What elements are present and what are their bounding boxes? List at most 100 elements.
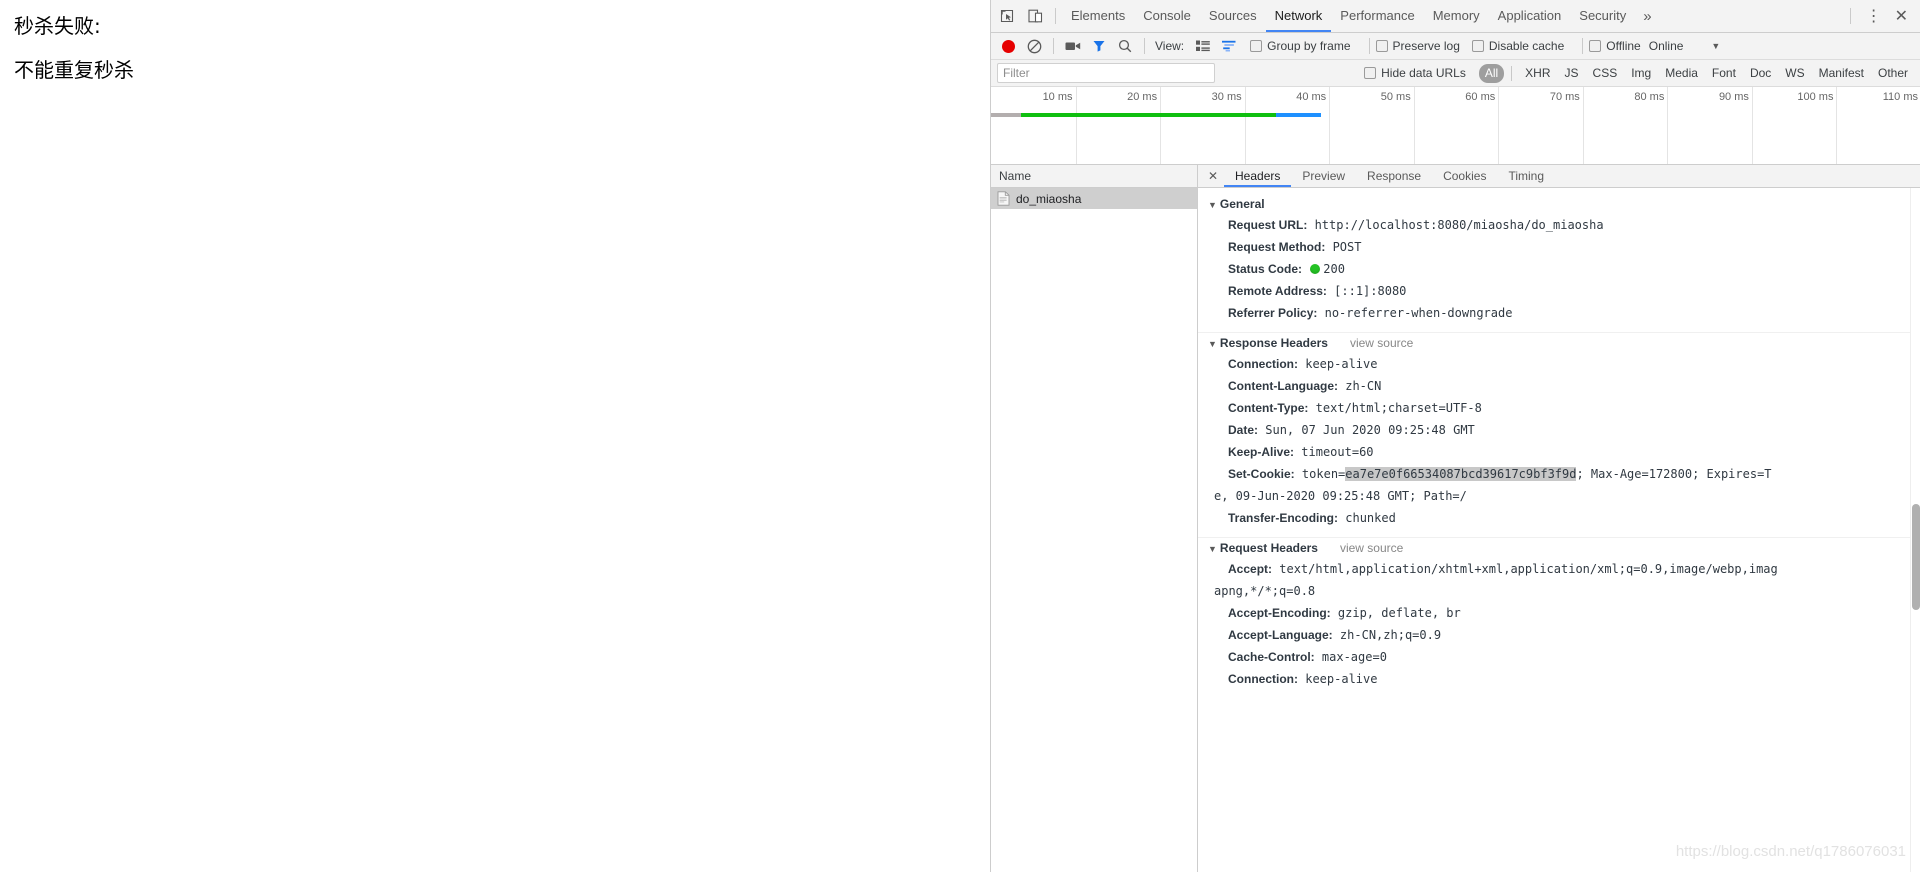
device-toolbar-icon[interactable] xyxy=(1021,3,1049,29)
search-icon[interactable] xyxy=(1112,35,1138,57)
filter-type-ws[interactable]: WS xyxy=(1779,64,1810,83)
header-name: Accept-Encoding: xyxy=(1228,606,1331,620)
view-label: View: xyxy=(1155,39,1185,53)
status-ok-icon xyxy=(1310,264,1321,274)
network-overview-timeline[interactable]: 10 ms 20 ms 30 ms 40 ms 50 ms 60 ms 70 ms 80 ms… xyxy=(991,87,1920,165)
record-button[interactable] xyxy=(995,35,1021,57)
detail-tab-cookies[interactable]: Cookies xyxy=(1432,165,1497,187)
network-split: Name do_miaosha ✕ Headers Preview Respon… xyxy=(991,165,1920,872)
offline-box[interactable] xyxy=(1589,40,1602,52)
request-list-header-name[interactable]: Name xyxy=(991,165,1197,188)
tab-performance[interactable]: Performance xyxy=(1331,0,1423,32)
inspect-element-icon[interactable] xyxy=(993,3,1021,29)
network-filter-bar: Hide data URLs All XHR JS CSS Img Media … xyxy=(991,60,1920,87)
camera-icon[interactable] xyxy=(1060,35,1086,57)
view-source-link-response[interactable]: view source xyxy=(1350,336,1413,350)
chevron-down-icon[interactable]: ▼ xyxy=(1208,339,1217,349)
disable-cache-label: Disable cache xyxy=(1488,39,1565,53)
tab-sources[interactable]: Sources xyxy=(1200,0,1266,32)
overview-tick-label: 100 ms xyxy=(1797,91,1834,103)
cookie-token-selected[interactable]: ea7e7e0f66534087bcd39617c9bf3f9d xyxy=(1345,467,1577,481)
tab-console[interactable]: Console xyxy=(1134,0,1200,32)
filter-type-js[interactable]: JS xyxy=(1559,64,1585,83)
header-row-referrer-policy: Referrer Policy: no-referrer-when-downgr… xyxy=(1198,302,1920,324)
clear-icon[interactable] xyxy=(1021,35,1047,57)
detail-scrollbar[interactable] xyxy=(1910,188,1920,872)
close-devtools-icon[interactable]: ✕ xyxy=(1891,6,1918,26)
header-name: Request Method: xyxy=(1228,240,1326,254)
cookie-prefix: token= xyxy=(1301,467,1346,481)
header-value: timeout=60 xyxy=(1301,445,1374,459)
tab-security[interactable]: Security xyxy=(1570,0,1635,32)
filter-type-xhr[interactable]: XHR xyxy=(1519,64,1556,83)
overview-tick: 20 ms xyxy=(1127,87,1162,164)
net-toolbar-sep-4 xyxy=(1582,38,1584,54)
section-request-headers-header[interactable]: ▼ Request Headers view source xyxy=(1198,537,1920,558)
overview-tick: 10 ms xyxy=(1043,87,1077,164)
miaosha-fail-title: 秒杀失败: xyxy=(14,14,101,38)
header-value: zh-CN,zh;q=0.9 xyxy=(1339,628,1442,642)
filter-input[interactable] xyxy=(997,63,1215,83)
group-by-frame-checkbox[interactable]: Group by frame xyxy=(1250,39,1351,53)
overview-tick-label: 80 ms xyxy=(1634,91,1665,103)
group-by-frame-label: Group by frame xyxy=(1267,39,1351,53)
close-detail-icon[interactable]: ✕ xyxy=(1202,165,1224,187)
overview-tick: 80 ms xyxy=(1634,87,1669,164)
overview-tick-label: 40 ms xyxy=(1296,91,1327,103)
hide-data-urls-box[interactable] xyxy=(1364,67,1377,79)
filter-type-manifest[interactable]: Manifest xyxy=(1813,64,1870,83)
preserve-log-checkbox[interactable]: Preserve log xyxy=(1375,39,1460,53)
section-request-headers-title: Request Headers xyxy=(1219,541,1318,555)
header-value: zh-CN xyxy=(1345,379,1382,393)
funnel-icon[interactable] xyxy=(1086,35,1112,57)
detail-tab-response[interactable]: Response xyxy=(1356,165,1432,187)
group-by-frame-box[interactable] xyxy=(1250,40,1263,52)
section-general-header[interactable]: ▼ General xyxy=(1198,194,1920,214)
filter-type-img[interactable]: Img xyxy=(1625,64,1657,83)
filter-type-other[interactable]: Other xyxy=(1872,64,1914,83)
section-response-headers-header[interactable]: ▼ Response Headers view source xyxy=(1198,332,1920,353)
hide-data-urls-checkbox[interactable]: Hide data URLs xyxy=(1364,66,1466,80)
detail-scrollbar-thumb[interactable] xyxy=(1912,504,1920,610)
filter-type-css[interactable]: CSS xyxy=(1587,64,1624,83)
filter-type-all[interactable]: All xyxy=(1478,63,1505,83)
tab-network[interactable]: Network xyxy=(1266,0,1332,32)
header-name: Content-Language: xyxy=(1228,379,1338,393)
header-row-request-method: Request Method: POST xyxy=(1198,236,1920,258)
filter-type-media[interactable]: Media xyxy=(1659,64,1704,83)
preserve-log-label: Preserve log xyxy=(1392,39,1460,53)
tab-memory[interactable]: Memory xyxy=(1424,0,1489,32)
overview-tick-label: 60 ms xyxy=(1465,91,1496,103)
list-view-icon[interactable] xyxy=(1190,35,1216,57)
header-name: Transfer-Encoding: xyxy=(1228,511,1339,525)
preserve-log-box[interactable] xyxy=(1375,40,1388,52)
net-toolbar-sep-3 xyxy=(1368,38,1370,54)
chevron-down-icon[interactable]: ▼ xyxy=(1208,200,1217,210)
throttling-value: Online xyxy=(1648,39,1684,53)
request-detail-pane: ✕ Headers Preview Response Cookies Timin… xyxy=(1198,165,1920,872)
detail-tab-headers[interactable]: Headers xyxy=(1224,165,1291,187)
more-tabs-icon[interactable]: » xyxy=(1635,8,1659,25)
tab-elements[interactable]: Elements xyxy=(1062,0,1134,32)
chevron-down-icon[interactable]: ▼ xyxy=(1208,544,1217,554)
disable-cache-box[interactable] xyxy=(1471,40,1484,52)
waterfall-view-icon[interactable] xyxy=(1216,35,1242,57)
offline-checkbox[interactable]: Offline xyxy=(1589,39,1641,53)
overview-tick: 40 ms xyxy=(1296,87,1331,164)
devtools-tabstrip: Elements Console Sources Network Perform… xyxy=(991,0,1920,33)
view-source-link-request[interactable]: view source xyxy=(1340,541,1403,555)
disable-cache-checkbox[interactable]: Disable cache xyxy=(1471,39,1565,53)
throttling-select[interactable]: Online ▼ xyxy=(1649,39,1721,53)
header-value: Sun, 07 Jun 2020 09:25:48 GMT xyxy=(1265,423,1475,437)
detail-tab-timing[interactable]: Timing xyxy=(1497,165,1555,187)
detail-tab-preview[interactable]: Preview xyxy=(1291,165,1356,187)
overview-tick-label: 10 ms xyxy=(1042,91,1073,103)
table-row[interactable]: do_miaosha xyxy=(991,188,1197,209)
header-row-content-language: Content-Language: zh-CN xyxy=(1198,375,1920,397)
filter-type-font[interactable]: Font xyxy=(1706,64,1742,83)
devtools-menu-icon[interactable]: ⋮ xyxy=(1857,6,1891,26)
filter-type-doc[interactable]: Doc xyxy=(1744,64,1777,83)
header-value[interactable]: http://localhost:8080/miaosha/do_miaosha xyxy=(1315,218,1604,232)
overview-tick-label: 90 ms xyxy=(1718,91,1749,103)
tab-application[interactable]: Application xyxy=(1489,0,1571,32)
